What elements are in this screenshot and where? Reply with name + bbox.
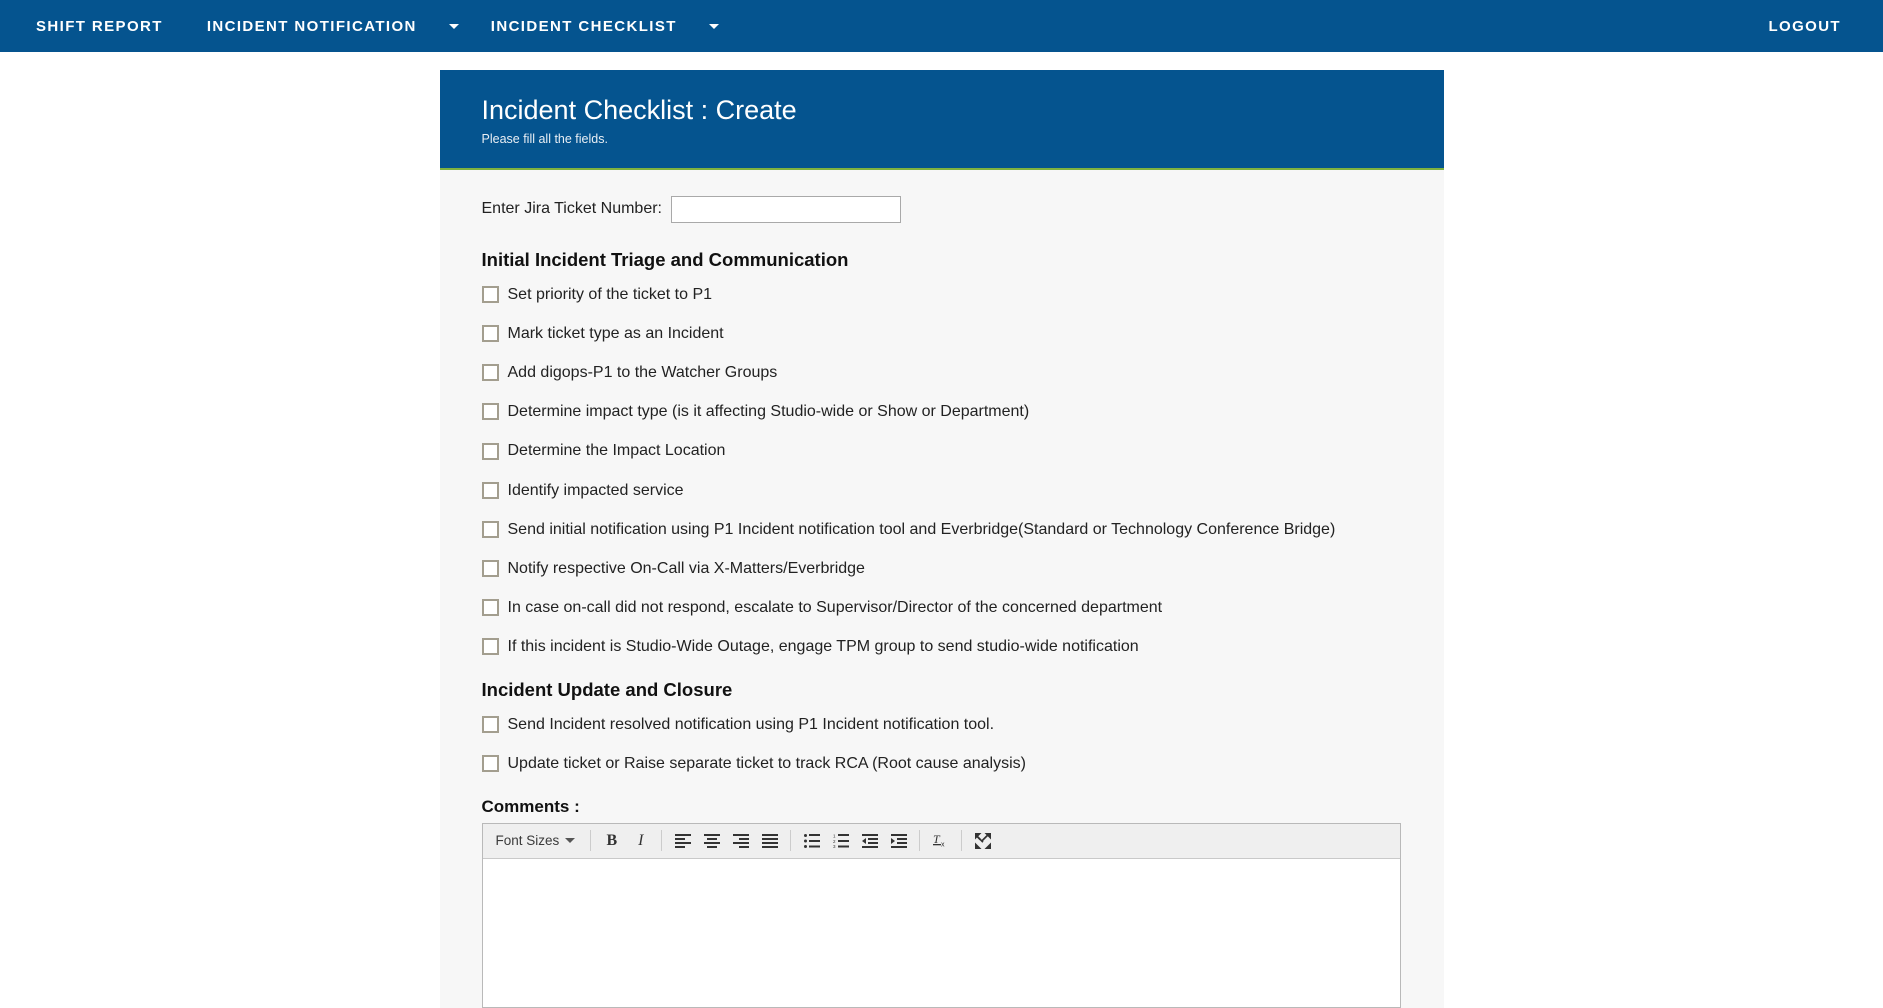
jira-ticket-input[interactable]	[671, 195, 901, 223]
checklist-checkbox[interactable]	[481, 638, 499, 656]
clear-formatting-icon[interactable]: T x	[926, 827, 955, 854]
jira-ticket-row: Enter Jira Ticket Number:	[481, 195, 1402, 223]
editor-toolbar: Font Sizes B I 1 2 3 T x	[482, 823, 1400, 859]
section-heading: Initial Incident Triage and Communicatio…	[481, 248, 849, 270]
checklist-checkbox[interactable]	[481, 560, 499, 578]
checklist-item-label: In case on-call did not respond, escalat…	[507, 599, 1163, 617]
nav-item-incident-checklist[interactable]: Incident Checklist	[469, 0, 699, 52]
checklist-item[interactable]: Mark ticket type as an Incident	[481, 324, 1402, 343]
checklist-item[interactable]: Set priority of the ticket to P1	[481, 285, 1402, 304]
page-container: Incident Checklist : Create Please fill …	[0, 52, 1883, 1008]
chevron-down-icon-incident-notification[interactable]	[439, 0, 469, 52]
fullscreen-icon[interactable]	[968, 827, 997, 854]
checklist-checkbox[interactable]	[481, 442, 499, 460]
navbar-left-group: Shift Report Incident Notification Incid…	[0, 0, 729, 52]
checklist-group: Send Incident resolved notification usin…	[481, 715, 1402, 773]
checklist-checkbox[interactable]	[481, 754, 499, 772]
toolbar-divider	[790, 830, 792, 852]
comments-label: Comments :	[481, 796, 580, 816]
checklist-checkbox[interactable]	[481, 520, 499, 538]
checklist-item[interactable]: Notify respective On-Call via X-Matters/…	[481, 559, 1402, 578]
checklist-item[interactable]: Determine the Impact Location	[481, 441, 1402, 460]
panel-body: Enter Jira Ticket Number: Initial Incide…	[439, 169, 1444, 1008]
svg-text:3: 3	[833, 844, 836, 848]
jira-ticket-label: Enter Jira Ticket Number:	[481, 200, 663, 218]
checklist-item-label: Add digops-P1 to the Watcher Groups	[507, 364, 778, 382]
checklist-checkbox[interactable]	[481, 481, 499, 499]
navbar-right-group: Logout	[1746, 0, 1883, 52]
checklist-checkbox[interactable]	[481, 285, 499, 303]
incident-checklist-panel: Incident Checklist : Create Please fill …	[439, 70, 1444, 1008]
checklist-item[interactable]: Identify impacted service	[481, 481, 1402, 500]
checklist-checkbox[interactable]	[481, 599, 499, 617]
checklist-sections: Initial Incident Triage and Communicatio…	[481, 248, 1402, 773]
font-sizes-dropdown[interactable]: Font Sizes	[487, 827, 585, 854]
checklist-checkbox[interactable]	[481, 324, 499, 342]
chevron-down-icon-incident-checklist[interactable]	[699, 0, 729, 52]
italic-icon[interactable]: I	[626, 827, 655, 854]
svg-text:1: 1	[833, 834, 836, 839]
checklist-item[interactable]: Determine impact type (is it affecting S…	[481, 402, 1402, 421]
checklist-group: Set priority of the ticket to P1 Mark tic…	[481, 285, 1402, 657]
toolbar-divider	[919, 830, 921, 852]
checklist-item[interactable]: Send Incident resolved notification usin…	[481, 715, 1402, 734]
checklist-item-label: Determine impact type (is it affecting S…	[507, 403, 1030, 421]
chevron-down-icon-font-sizes	[565, 838, 576, 844]
bullet-list-icon[interactable]	[797, 827, 826, 854]
checklist-item-label: Send initial notification using P1 Incid…	[507, 520, 1336, 538]
toolbar-divider	[590, 830, 592, 852]
checklist-item-label: Mark ticket type as an Incident	[507, 324, 724, 342]
checklist-item-label: If this incident is Studio-Wide Outage, …	[507, 638, 1139, 656]
nav-item-incident-notification[interactable]: Incident Notification	[185, 0, 439, 52]
page-subtitle: Please fill all the fields.	[481, 131, 608, 146]
checklist-item-label: Update ticket or Raise separate ticket t…	[507, 754, 1026, 772]
svg-text:x: x	[941, 842, 945, 849]
checklist-item[interactable]: Update ticket or Raise separate ticket t…	[481, 754, 1402, 773]
checklist-item-label: Identify impacted service	[507, 481, 684, 499]
checklist-checkbox[interactable]	[481, 364, 499, 382]
indent-icon[interactable]	[884, 827, 913, 854]
comments-textarea[interactable]	[482, 858, 1400, 1007]
checklist-checkbox[interactable]	[481, 715, 499, 733]
checklist-item-label: Determine the Impact Location	[507, 442, 726, 460]
toolbar-divider	[661, 830, 663, 852]
align-right-icon[interactable]	[726, 827, 755, 854]
checklist-item[interactable]: Add digops-P1 to the Watcher Groups	[481, 363, 1402, 382]
comments-editor: Font Sizes B I 1 2 3 T x	[481, 822, 1401, 1008]
page-title: Incident Checklist : Create	[481, 95, 797, 125]
checklist-checkbox[interactable]	[481, 403, 499, 421]
checklist-item-label: Set priority of the ticket to P1	[507, 285, 713, 303]
section-heading: Incident Update and Closure	[481, 678, 733, 700]
numbered-list-icon[interactable]: 1 2 3	[826, 827, 855, 854]
panel-header: Incident Checklist : Create Please fill …	[439, 70, 1444, 170]
align-justify-icon[interactable]	[755, 827, 784, 854]
checklist-item[interactable]: If this incident is Studio-Wide Outage, …	[481, 637, 1402, 656]
align-left-icon[interactable]	[668, 827, 697, 854]
checklist-item-label: Notify respective On-Call via X-Matters/…	[507, 560, 865, 577]
outdent-icon[interactable]	[855, 827, 884, 854]
bold-icon[interactable]: B	[597, 827, 626, 854]
align-center-icon[interactable]	[697, 827, 726, 854]
toolbar-divider	[961, 830, 963, 852]
top-navbar: Shift Report Incident Notification Incid…	[0, 0, 1883, 52]
checklist-item[interactable]: In case on-call did not respond, escalat…	[481, 598, 1402, 617]
checklist-item[interactable]: Send initial notification using P1 Incid…	[481, 520, 1402, 539]
font-sizes-label: Font Sizes	[495, 833, 560, 849]
nav-item-logout[interactable]: Logout	[1746, 0, 1863, 52]
nav-item-shift-report[interactable]: Shift Report	[14, 0, 185, 52]
checklist-item-label: Send Incident resolved notification usin…	[507, 715, 995, 733]
